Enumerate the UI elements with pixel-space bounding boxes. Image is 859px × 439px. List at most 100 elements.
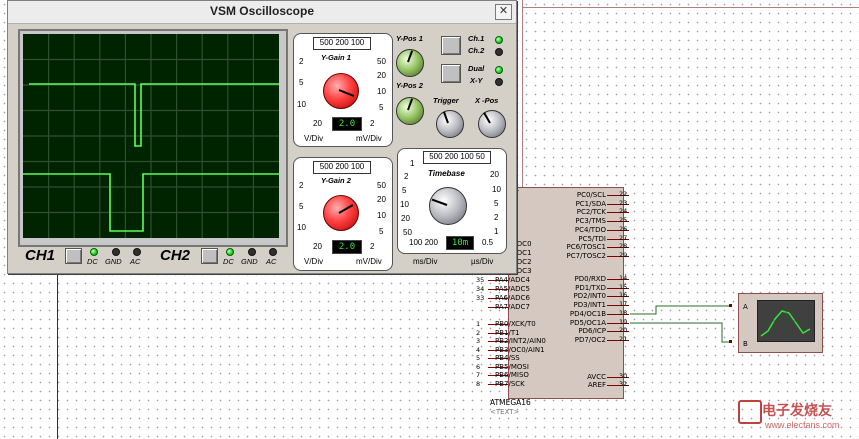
ch1-select-led bbox=[495, 36, 503, 44]
scope-screen-frame bbox=[18, 29, 288, 247]
chip-right-pin-number: 32 bbox=[619, 380, 628, 388]
ch1-trace bbox=[29, 83, 279, 147]
timebase-left-6: 50 bbox=[403, 228, 412, 237]
chip-left-pin-number: 8 bbox=[476, 379, 481, 388]
chip-right-pin-label: PD4/OC1B bbox=[569, 309, 606, 318]
chip-left-pin-number: 3 bbox=[476, 337, 481, 345]
timebase-knob[interactable] bbox=[429, 187, 467, 225]
chip-right-pin-label: PC5/TDI bbox=[578, 234, 606, 243]
chip-left-pin-number: 4 bbox=[476, 345, 481, 354]
ch2-label: CH2 bbox=[160, 247, 191, 264]
ch1-scale-right-3: 10 bbox=[377, 87, 386, 96]
watermark-logo-icon bbox=[738, 400, 762, 424]
ch2-scale-right-4: 5 bbox=[379, 227, 384, 236]
chip-name-label: ATMEGA16 bbox=[490, 398, 531, 407]
timebase-unit-left: ms/Div bbox=[413, 257, 438, 266]
window-title: VSM Oscilloscope bbox=[209, 4, 315, 18]
chip-left-pin-label: PB1/T1 bbox=[495, 328, 520, 337]
chip-left-pin-number: 33 bbox=[476, 294, 485, 302]
scope-input-a: A bbox=[743, 303, 748, 311]
title-bar[interactable]: VSM Oscilloscope ✕ bbox=[8, 1, 516, 24]
chip-right-pin-number: 16 bbox=[619, 291, 628, 300]
chip-right-pin-label: PC3/TMS bbox=[575, 217, 606, 226]
chip-right-pin-number: 14 bbox=[619, 274, 628, 282]
ch1-label: CH1 bbox=[25, 247, 56, 264]
chip-right-pin-number: 25 bbox=[619, 216, 628, 225]
scope-input-b: B bbox=[743, 340, 748, 348]
ch2-scale-bottom-left: 20 bbox=[313, 242, 322, 251]
ch2-gain-readout: 2.0 bbox=[332, 240, 362, 254]
ch1-gain-readout: 2.0 bbox=[332, 117, 362, 131]
timebase-right-3: 5 bbox=[494, 199, 499, 208]
ch2-scale-right-3: 10 bbox=[377, 211, 386, 220]
xpos-knob[interactable] bbox=[478, 110, 506, 138]
chip-left-pin-label: PB4/SS bbox=[495, 354, 520, 362]
ch2-scale-right-2: 20 bbox=[377, 195, 386, 204]
chip-right-pin-label: PC2/TCK bbox=[576, 208, 606, 217]
ch1-scale-top: 500 200 100 bbox=[313, 37, 371, 50]
ch2-scale-left-3: 10 bbox=[297, 223, 306, 232]
mode-select-button[interactable] bbox=[441, 64, 461, 83]
ch1-dc-label: DC bbox=[87, 257, 98, 266]
chip-right-pin-number: 22 bbox=[619, 190, 628, 198]
scope-pin-a-dot bbox=[729, 304, 732, 307]
ch1-scale-right-1: 50 bbox=[377, 57, 386, 66]
trigger-knob[interactable] bbox=[436, 110, 464, 138]
ch2-select-label: Ch.2 bbox=[468, 46, 485, 55]
chip-right-pin-label: PD0/RXD bbox=[574, 275, 606, 283]
ch1-select-label: Ch.1 bbox=[468, 34, 485, 43]
ch1-dc-led bbox=[90, 248, 98, 256]
ch2-dc-led bbox=[226, 248, 234, 256]
chip-left-pin-label: PB6/MISO bbox=[495, 371, 529, 379]
ch1-unit-left: V/Div bbox=[304, 134, 324, 143]
ch1-unit-right: mV/Div bbox=[356, 134, 382, 143]
ch2-scale-left-2: 5 bbox=[299, 202, 304, 211]
ch2-gain-knob[interactable] bbox=[323, 195, 359, 231]
chip-left-pin-number: 5 bbox=[476, 354, 481, 362]
ch1-gnd-led bbox=[112, 248, 120, 256]
chip-right-pin-label: AVCC bbox=[587, 373, 606, 381]
ch2-coupling-button[interactable] bbox=[201, 248, 218, 264]
ch1-scale-left-3: 10 bbox=[297, 100, 306, 109]
chip-left-pin-label: PB0/XCK/T0 bbox=[495, 320, 536, 328]
chip-right-pin-number: 23 bbox=[619, 198, 628, 207]
scope-symbol-screen bbox=[757, 300, 815, 342]
close-button[interactable]: ✕ bbox=[495, 4, 512, 20]
chip-right-pin-label: AREF bbox=[587, 381, 606, 389]
ch2-scale-top: 500 200 100 bbox=[313, 161, 371, 174]
ch1-gain-title: Y-Gain 1 bbox=[321, 53, 351, 62]
chip-right-pin-number: 28 bbox=[619, 242, 628, 251]
chip-left-pin-number: 35 bbox=[476, 276, 485, 284]
ch2-unit-left: V/Div bbox=[304, 257, 324, 266]
timebase-unit-right: µs/Div bbox=[471, 257, 494, 266]
ch1-coupling-button[interactable] bbox=[65, 248, 82, 264]
channel-select-button[interactable] bbox=[441, 36, 461, 55]
chip-right-pin-label: PC6/TOSC1 bbox=[566, 243, 607, 252]
watermark-text: 电子发烧友 bbox=[762, 403, 832, 419]
chip-right-pin-number: 26 bbox=[619, 224, 628, 233]
watermark-url: www.elecfans.com bbox=[765, 420, 840, 430]
ch1-scale-left-2: 5 bbox=[299, 78, 304, 87]
timebase-left-3: 5 bbox=[402, 186, 407, 195]
chip-left-pin-number: 6 bbox=[476, 362, 481, 371]
timebase-left-5: 20 bbox=[401, 214, 410, 223]
chip-right-pin-label: PD3/INT1 bbox=[573, 301, 606, 310]
ch1-scale-right-2: 20 bbox=[377, 71, 386, 80]
timebase-scale-top: 500 200 100 50 bbox=[423, 151, 491, 164]
chip-left-pin-number: 2 bbox=[476, 328, 481, 337]
scope-screen bbox=[23, 34, 279, 238]
ch2-gnd-label: GND bbox=[241, 257, 258, 266]
chip-left-pin-number: 1 bbox=[476, 320, 481, 328]
oscilloscope-window[interactable]: VSM Oscilloscope ✕ CH1 DC GND AC CH2 DC … bbox=[7, 0, 517, 274]
chip-right-pin-label: PC7/TOSC2 bbox=[566, 251, 607, 260]
trigger-label: Trigger bbox=[433, 96, 459, 105]
scope-pin-b-dot bbox=[729, 340, 732, 343]
ch1-ac-label: AC bbox=[130, 257, 141, 266]
sheet-border-top bbox=[522, 7, 859, 8]
xpos-label: X -Pos bbox=[475, 96, 499, 105]
scope-symbol[interactable] bbox=[738, 293, 823, 353]
chip-left-pin-number: 7 bbox=[476, 371, 481, 379]
timebase-right-5: 1 bbox=[494, 227, 499, 236]
timebase-right-1: 20 bbox=[490, 170, 499, 179]
ch1-gnd-label: GND bbox=[105, 257, 122, 266]
